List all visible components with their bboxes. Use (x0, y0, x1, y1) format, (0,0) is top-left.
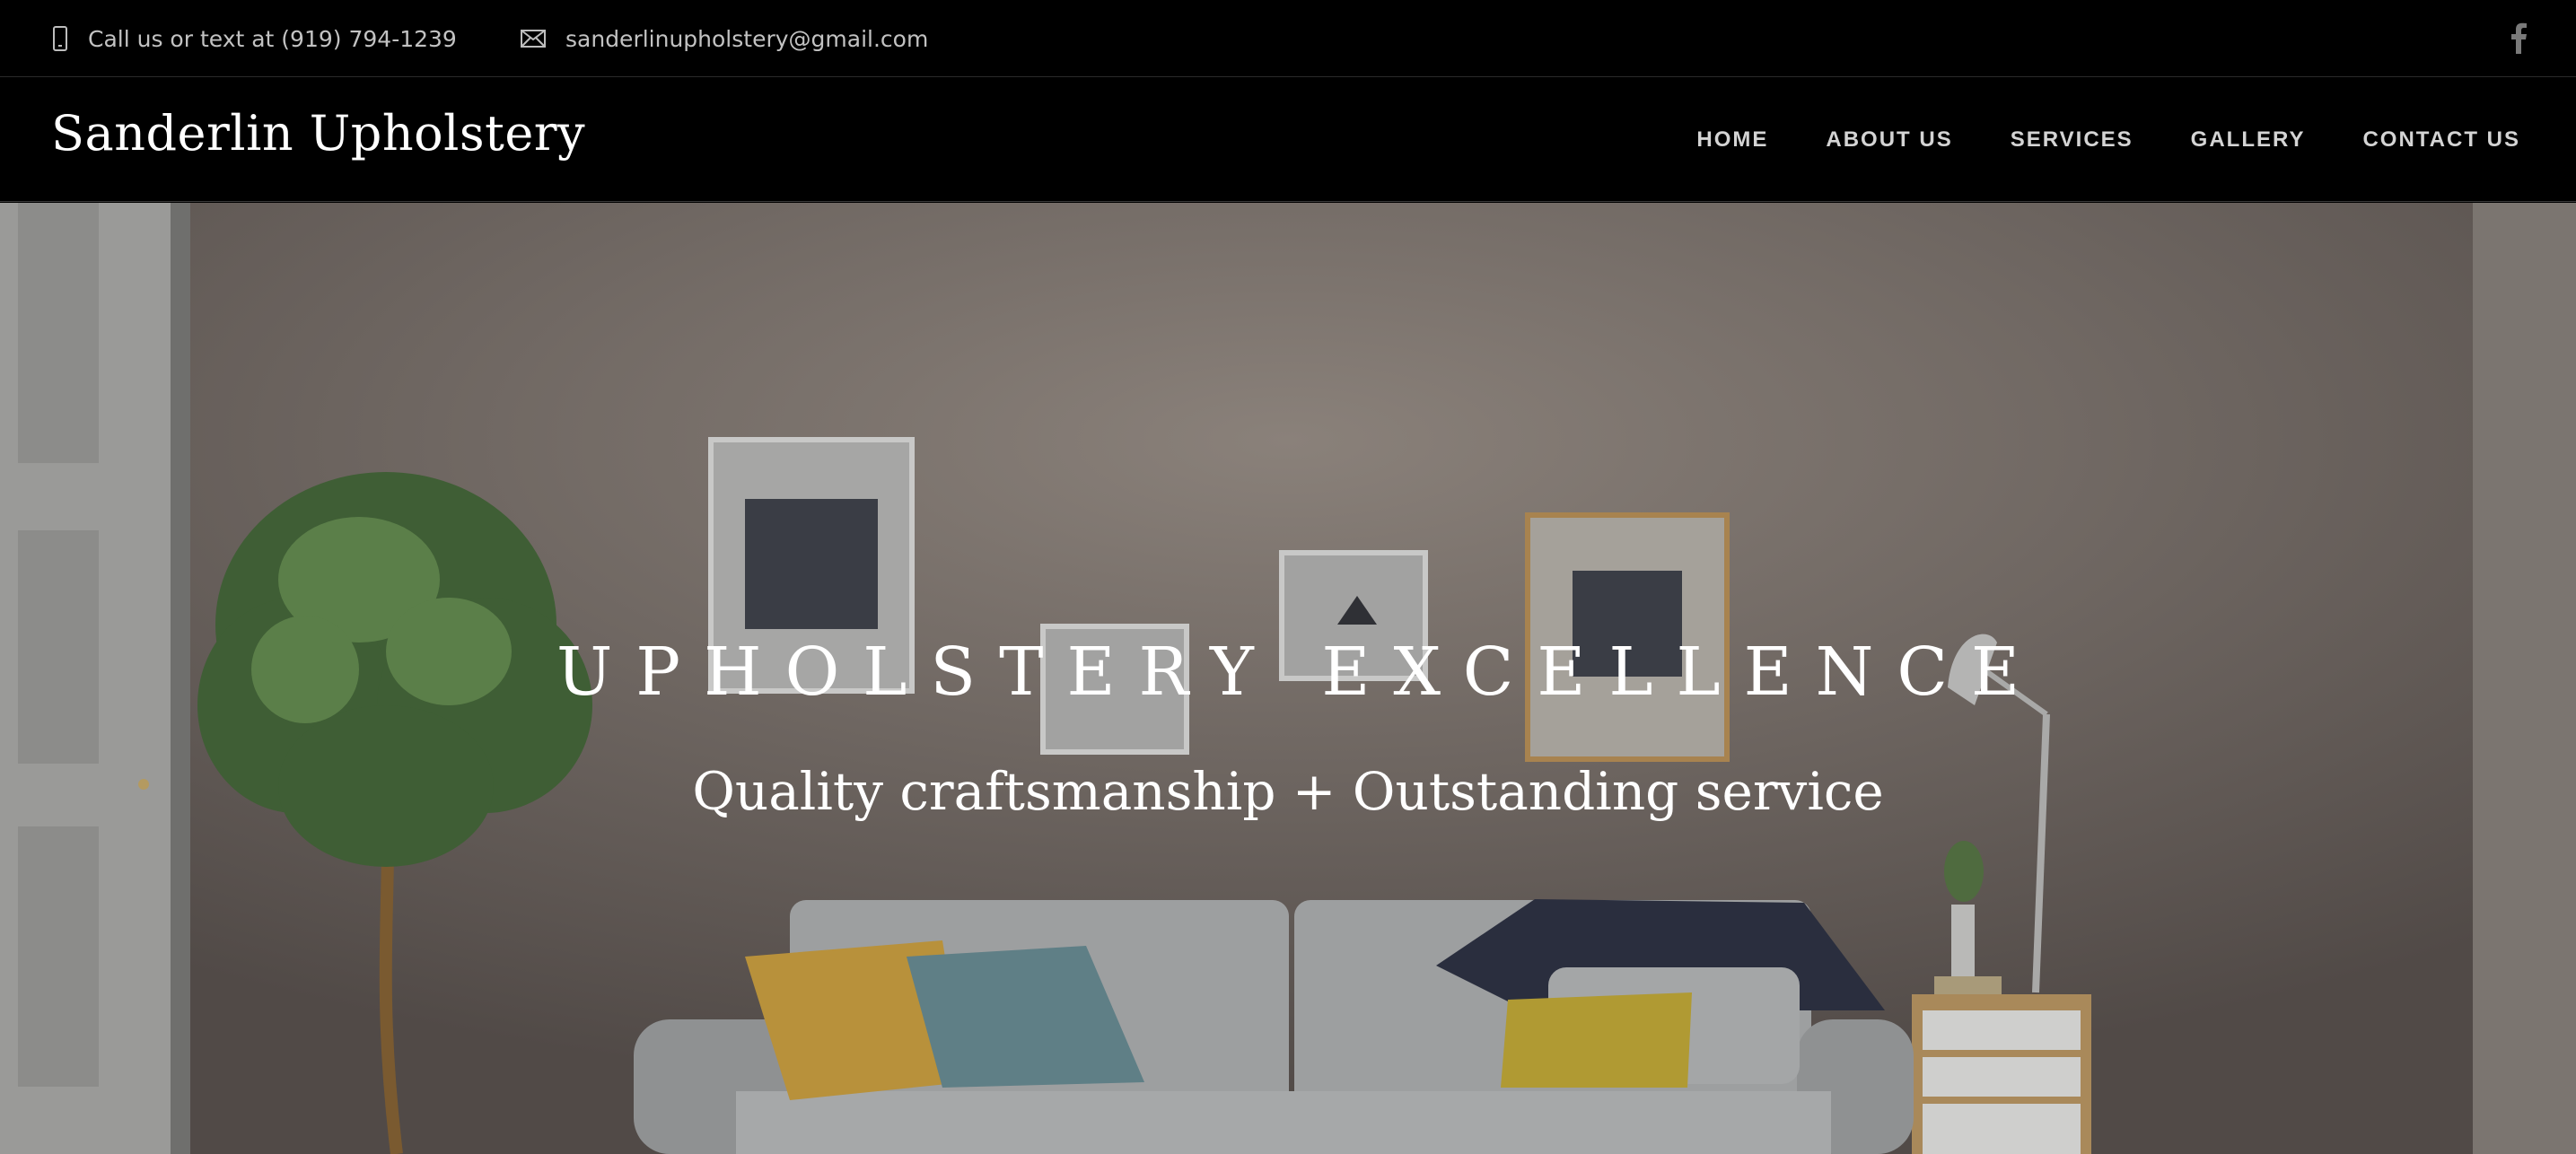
nav-home[interactable]: HOME (1696, 127, 1768, 153)
phone-text: Call us or text at (919) 794-1239 (88, 25, 457, 52)
facebook-icon[interactable] (2506, 22, 2533, 56)
phone-icon (53, 26, 67, 51)
site-header: Sanderlin Upholstery HOME ABOUT US SERVI… (0, 78, 2576, 202)
phone-contact[interactable]: Call us or text at (919) 794-1239 (52, 0, 457, 77)
main-nav: HOME ABOUT US SERVICES GALLERY CONTACT U… (1639, 78, 2520, 202)
hero-subtitle: Quality craftsmanship + Outstanding serv… (692, 761, 1884, 822)
nav-contact-us[interactable]: CONTACT US (2362, 127, 2520, 153)
nav-about-us[interactable]: ABOUT US (1826, 127, 1952, 153)
email-contact[interactable]: sanderlinupholstery@gmail.com (521, 0, 928, 77)
nav-gallery[interactable]: GALLERY (2191, 127, 2306, 153)
envelope-icon (521, 30, 546, 48)
hero-banner: UPHOLSTERY EXCELLENCE Quality craftsmans… (0, 203, 2576, 1154)
site-logo[interactable]: Sanderlin Upholstery (51, 105, 585, 162)
nav-services[interactable]: SERVICES (2011, 127, 2134, 153)
email-text: sanderlinupholstery@gmail.com (565, 25, 929, 52)
hero-title: UPHOLSTERY EXCELLENCE (556, 634, 2044, 711)
contact-bar: Call us or text at (919) 794-1239 sander… (0, 0, 2576, 77)
